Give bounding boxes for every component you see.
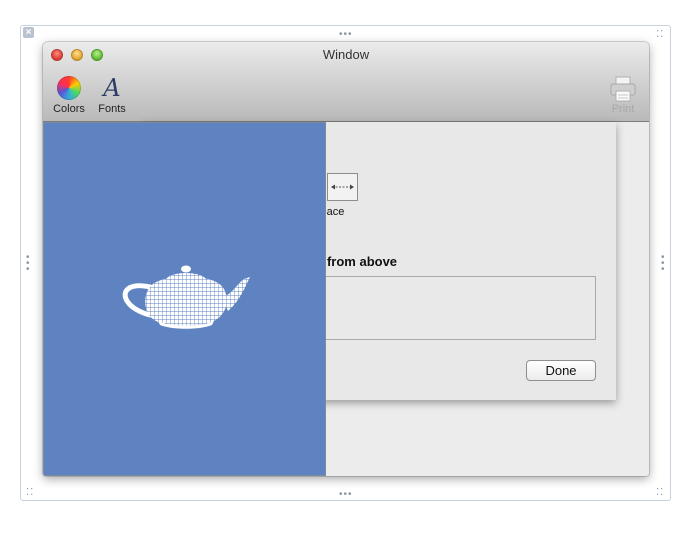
flexible-space-icon [331, 184, 354, 190]
title-toolbar: Window Colors A Fonts Print [43, 42, 649, 122]
app-window: Window Colors A Fonts Print Space tems f… [43, 42, 649, 476]
bottom-right-resize-handle[interactable]: ⁚⁚ [656, 488, 664, 498]
bottom-resize-handle[interactable]: ••• [339, 490, 353, 500]
color-wheel-icon [57, 76, 81, 100]
opengl-view[interactable] [43, 122, 326, 476]
top-right-resize-handle[interactable]: ⁚⁚ [656, 30, 664, 40]
flexible-space-item[interactable] [327, 173, 358, 201]
left-resize-handle[interactable]: • • • [26, 253, 30, 275]
fonts-icon: A [103, 74, 121, 102]
window-content: ible Space tems from above Done [43, 122, 649, 476]
print-toolbar-item[interactable]: Print [605, 76, 641, 115]
bottom-left-resize-handle[interactable]: ⁚⁚ [26, 488, 34, 498]
printer-icon [609, 76, 637, 102]
right-resize-handle[interactable]: • • • [661, 253, 665, 275]
done-button[interactable]: Done [526, 360, 596, 381]
top-resize-handle[interactable]: ••• [339, 30, 353, 40]
print-label: Print [611, 103, 635, 115]
default-set-well[interactable] [293, 276, 596, 340]
fonts-label: Fonts [98, 103, 126, 115]
colors-label: Colors [53, 103, 85, 115]
window-title: Window [322, 47, 370, 62]
colors-toolbar-item[interactable]: Colors [51, 76, 87, 115]
fonts-toolbar-item[interactable]: A Fonts [95, 76, 129, 115]
canvas-close-icon[interactable]: × [23, 27, 34, 38]
teapot-icon [122, 265, 250, 329]
